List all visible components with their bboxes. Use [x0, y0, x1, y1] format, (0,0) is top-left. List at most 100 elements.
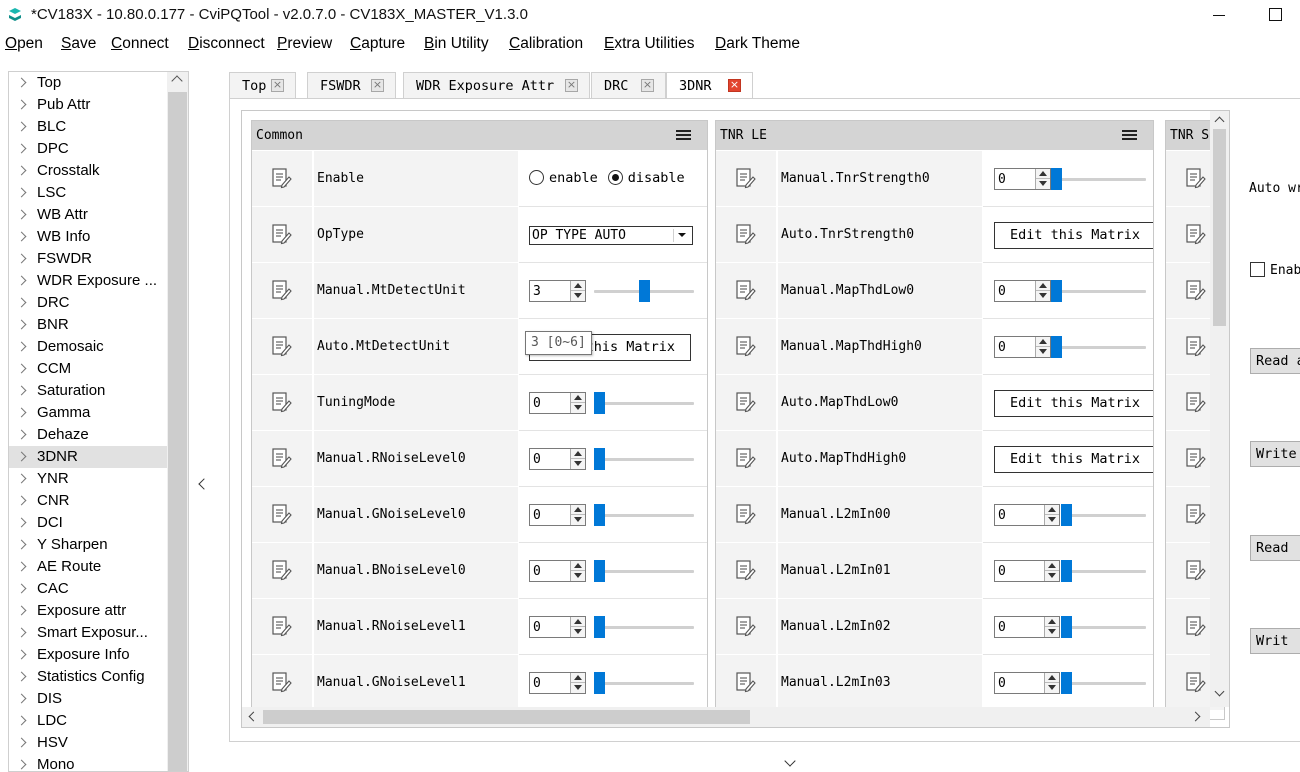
- spin-up-icon[interactable]: [1048, 619, 1056, 624]
- chevron-right-icon[interactable]: [16, 99, 27, 110]
- spinbox-buttons[interactable]: [570, 393, 585, 413]
- slider-track[interactable]: [1051, 290, 1146, 293]
- edit-row-icon[interactable]: [272, 504, 292, 526]
- menu-calibration[interactable]: Calibration: [509, 35, 583, 53]
- tree-item-dpc[interactable]: DPC: [9, 138, 167, 160]
- edit-row-icon[interactable]: [736, 448, 756, 470]
- spinbox-buttons[interactable]: [570, 617, 585, 637]
- value-spinbox[interactable]: 0: [994, 336, 1051, 358]
- edit-row-icon[interactable]: [1186, 224, 1206, 246]
- scroll-up-icon[interactable]: [1214, 116, 1225, 127]
- slider-track[interactable]: [594, 402, 694, 405]
- scroll-down-icon[interactable]: [1214, 686, 1225, 697]
- slider-thumb[interactable]: [1051, 280, 1062, 302]
- chevron-right-icon[interactable]: [16, 539, 27, 550]
- slider-track[interactable]: [1051, 178, 1146, 181]
- edit-row-icon[interactable]: [736, 616, 756, 638]
- slider-track[interactable]: [594, 458, 694, 461]
- spin-up-icon[interactable]: [574, 283, 582, 288]
- value-spinbox[interactable]: 0: [994, 504, 1060, 526]
- tab-drc[interactable]: DRC ×: [591, 72, 666, 99]
- chevron-right-icon[interactable]: [16, 143, 27, 154]
- slider-track[interactable]: [1061, 626, 1146, 629]
- menu-capture[interactable]: Capture: [350, 35, 405, 53]
- tree-item-ccm[interactable]: CCM: [9, 358, 167, 380]
- read-all-button[interactable]: Read a: [1250, 348, 1300, 374]
- chevron-right-icon[interactable]: [16, 495, 27, 506]
- edit-cell[interactable]: [716, 263, 777, 319]
- tree-item-3dnr[interactable]: 3DNR: [9, 446, 167, 468]
- tab-3dnr[interactable]: 3DNR ×: [666, 72, 753, 100]
- edit-cell[interactable]: [716, 655, 777, 711]
- tree-item-pub-attr[interactable]: Pub Attr: [9, 94, 167, 116]
- edit-row-icon[interactable]: [272, 168, 292, 190]
- spin-up-icon[interactable]: [574, 675, 582, 680]
- spinbox-buttons[interactable]: [1044, 673, 1059, 693]
- chevron-right-icon[interactable]: [16, 363, 27, 374]
- spin-up-icon[interactable]: [574, 563, 582, 568]
- chevron-right-icon[interactable]: [16, 77, 27, 88]
- edit-row-icon[interactable]: [1186, 280, 1206, 302]
- spin-down-icon[interactable]: [574, 629, 582, 634]
- close-icon[interactable]: ×: [641, 79, 654, 92]
- value-slider[interactable]: [1061, 560, 1146, 582]
- spin-down-icon[interactable]: [1039, 349, 1047, 354]
- slider-thumb[interactable]: [1061, 616, 1072, 638]
- edit-row-icon[interactable]: [272, 224, 292, 246]
- close-icon[interactable]: ×: [371, 79, 384, 92]
- chevron-right-icon[interactable]: [16, 759, 27, 770]
- slider-track[interactable]: [1061, 514, 1146, 517]
- close-icon[interactable]: ×: [728, 79, 741, 92]
- radio-disable[interactable]: [607, 170, 623, 185]
- vertical-scrollbar-thumb[interactable]: [1213, 129, 1226, 326]
- chevron-right-icon[interactable]: [16, 165, 27, 176]
- value-spinbox[interactable]: 0: [529, 504, 586, 526]
- chevron-right-icon[interactable]: [16, 253, 27, 264]
- chevron-right-icon[interactable]: [16, 319, 27, 330]
- edit-row-icon[interactable]: [736, 392, 756, 414]
- value-spinbox[interactable]: 0: [994, 280, 1051, 302]
- value-spinbox[interactable]: 0: [994, 168, 1051, 190]
- edit-matrix-button[interactable]: Edit this Matrix: [994, 390, 1153, 417]
- slider-track[interactable]: [594, 682, 694, 685]
- edit-row-icon[interactable]: [736, 560, 756, 582]
- edit-row-icon[interactable]: [736, 168, 756, 190]
- value-slider[interactable]: [1051, 336, 1146, 358]
- menu-save[interactable]: Save: [61, 35, 96, 53]
- tree-scrollbar[interactable]: [167, 72, 188, 771]
- maximize-button[interactable]: [1262, 4, 1292, 26]
- spin-up-icon[interactable]: [574, 619, 582, 624]
- value-spinbox[interactable]: 0: [994, 616, 1060, 638]
- edit-row-icon[interactable]: [272, 616, 292, 638]
- spin-down-icon[interactable]: [574, 517, 582, 522]
- spin-up-icon[interactable]: [1048, 507, 1056, 512]
- edit-cell[interactable]: [252, 319, 313, 375]
- value-spinbox[interactable]: 0: [529, 672, 586, 694]
- edit-cell[interactable]: [716, 319, 777, 375]
- tree-item-wdr-exposure[interactable]: WDR Exposure ...: [9, 270, 167, 292]
- radio-enable[interactable]: [529, 170, 544, 185]
- edit-row-icon[interactable]: [1186, 672, 1206, 694]
- radio-label[interactable]: disable: [628, 170, 685, 186]
- spin-up-icon[interactable]: [574, 507, 582, 512]
- spin-down-icon[interactable]: [574, 685, 582, 690]
- slider-thumb[interactable]: [1061, 504, 1072, 526]
- tree-item-mono[interactable]: Mono: [9, 754, 167, 771]
- chevron-right-icon[interactable]: [16, 297, 27, 308]
- spinbox-buttons[interactable]: [1035, 281, 1050, 301]
- edit-cell[interactable]: [252, 207, 313, 263]
- chevron-right-icon[interactable]: [16, 737, 27, 748]
- close-icon[interactable]: ×: [565, 79, 578, 92]
- tab-top[interactable]: Top ×: [229, 72, 296, 99]
- spinbox-buttons[interactable]: [1035, 169, 1050, 189]
- slider-thumb[interactable]: [594, 560, 605, 582]
- spin-down-icon[interactable]: [1048, 685, 1056, 690]
- tree-item-saturation[interactable]: Saturation: [9, 380, 167, 402]
- edit-matrix-button[interactable]: Edit this Matrix: [994, 222, 1153, 249]
- tree-item-cac[interactable]: CAC: [9, 578, 167, 600]
- spin-up-icon[interactable]: [574, 395, 582, 400]
- chevron-right-icon[interactable]: [16, 341, 27, 352]
- edit-cell[interactable]: [252, 151, 313, 207]
- horizontal-scrollbar-thumb[interactable]: [263, 710, 750, 724]
- chevron-right-icon[interactable]: [16, 231, 27, 242]
